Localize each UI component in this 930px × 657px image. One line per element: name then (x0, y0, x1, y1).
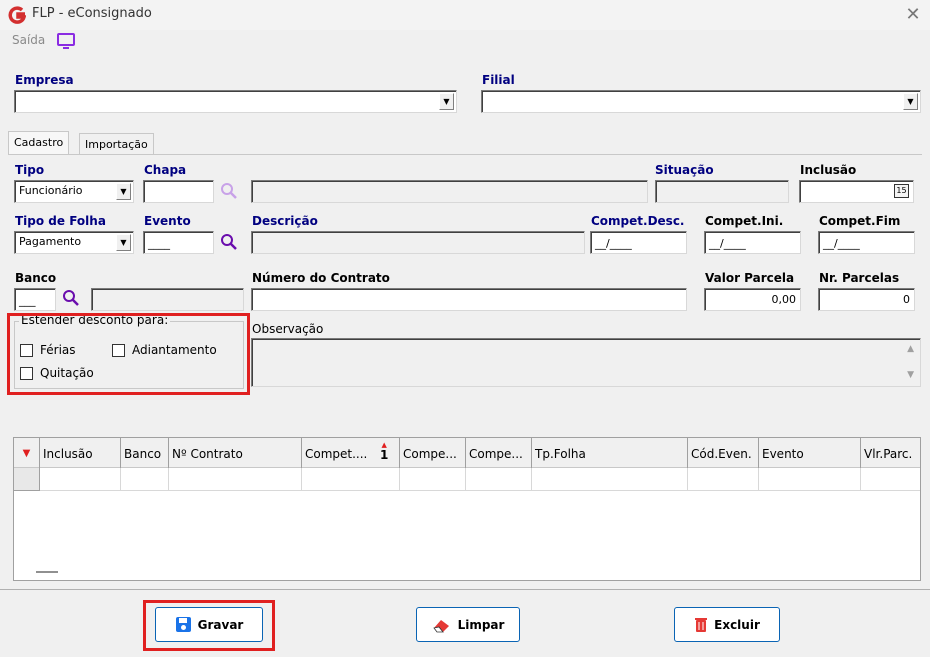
nr-parcelas-input[interactable]: 0 (818, 288, 915, 311)
chapa-nome-field (251, 180, 648, 203)
compet-desc-label: Compet.Desc. (591, 214, 685, 228)
descricao-field (251, 231, 585, 254)
compet-ini-mask: __/____ (709, 237, 746, 250)
trash-icon (695, 618, 708, 632)
col-header-compet-text: Compet.... (305, 447, 368, 461)
eraser-icon (432, 619, 449, 632)
monitor-icon[interactable] (56, 32, 76, 50)
filial-select[interactable]: ▼ (481, 90, 921, 113)
valor-parcela-value: 0,00 (771, 293, 797, 306)
compet-ini-label: Compet.Ini. (705, 214, 784, 228)
compet-fim-mask: __/____ (823, 237, 860, 250)
chevron-down-icon[interactable]: ▼ (903, 93, 918, 110)
banco-mask: ___ (19, 294, 36, 307)
nr-parcelas-value: 0 (903, 293, 910, 306)
numero-contrato-label: Número do Contrato (252, 271, 390, 285)
banco-nome-field (91, 288, 244, 311)
col-header-compe-1[interactable]: Compe... (400, 438, 466, 468)
scroll-up-icon[interactable]: ▲ (907, 344, 914, 354)
table-cell[interactable] (532, 468, 688, 491)
tipo-folha-select[interactable]: Pagamento ▼ (14, 231, 134, 254)
empresa-label: Empresa (15, 73, 74, 87)
valor-parcela-input[interactable]: 0,00 (704, 288, 801, 311)
col-header-evento[interactable]: Evento (759, 438, 861, 468)
compet-ini-input[interactable]: __/____ (704, 231, 801, 254)
search-icon[interactable] (220, 233, 238, 251)
table-cell[interactable] (40, 468, 121, 491)
tab-divider (8, 154, 922, 155)
table-cell[interactable] (302, 468, 400, 491)
table-cell[interactable] (688, 468, 759, 491)
col-header-cod-evento[interactable]: Cód.Even. (688, 438, 759, 468)
search-icon[interactable] (220, 182, 238, 200)
limpar-button[interactable]: Limpar (416, 607, 520, 642)
menu-saida[interactable]: Saída (12, 33, 45, 47)
evento-input[interactable]: ____ (143, 231, 214, 254)
tipo-folha-label: Tipo de Folha (15, 214, 106, 228)
tipo-select[interactable]: Funcionário ▼ (14, 180, 134, 203)
banco-label: Banco (15, 271, 57, 285)
col-header-compet[interactable]: Compet.... ▲ 1 (302, 438, 400, 468)
table-cell[interactable] (400, 468, 466, 491)
close-button[interactable]: ✕ (900, 2, 926, 28)
table-cell[interactable] (169, 468, 302, 491)
compet-desc-mask: __/____ (595, 237, 632, 250)
inclusao-label: Inclusão (800, 163, 857, 177)
numero-contrato-input[interactable] (251, 288, 687, 311)
compet-fim-input[interactable]: __/____ (818, 231, 915, 254)
highlight-box-gravar (143, 600, 275, 651)
inclusao-date-input[interactable]: 15 (799, 180, 914, 203)
situacao-field (655, 180, 789, 203)
chapa-label: Chapa (144, 163, 187, 177)
chevron-down-icon[interactable]: ▼ (439, 93, 454, 110)
search-icon[interactable] (62, 289, 80, 307)
descricao-label: Descrição (252, 214, 318, 228)
calendar-icon[interactable]: 15 (894, 184, 909, 198)
evento-mask: ____ (148, 237, 170, 250)
banco-input[interactable]: ___ (14, 288, 56, 311)
chapa-input[interactable] (143, 180, 214, 203)
valor-parcela-label: Valor Parcela (705, 271, 795, 285)
tab-importacao[interactable]: Importação (79, 133, 154, 155)
table-cell[interactable] (466, 468, 532, 491)
evento-label: Evento (144, 214, 191, 228)
empresa-select[interactable]: ▼ (14, 90, 457, 113)
nr-parcelas-label: Nr. Parcelas (819, 271, 900, 285)
observacao-label: Observação (252, 322, 324, 336)
window-title: FLP - eConsignado (32, 6, 152, 21)
situacao-label: Situação (655, 163, 714, 177)
col-header-inclusao[interactable]: Inclusão (40, 438, 121, 468)
excluir-label: Excluir (714, 617, 760, 632)
highlight-box-group (7, 313, 250, 395)
grid-menu-icon[interactable]: ▼ (14, 438, 40, 468)
excluir-button[interactable]: Excluir (674, 607, 780, 642)
compet-desc-input[interactable]: __/____ (590, 231, 687, 254)
chevron-down-icon[interactable]: ▼ (116, 183, 131, 200)
col-header-contrato[interactable]: Nº Contrato (169, 438, 302, 468)
compet-fim-label: Compet.Fim (819, 214, 901, 228)
limpar-label: Limpar (457, 617, 505, 632)
row-indicator[interactable] (14, 468, 40, 491)
app-logo-icon (8, 6, 26, 24)
sort-indicator-icon: ▲ 1 (380, 441, 389, 463)
grid-footer-line (36, 571, 58, 573)
tipo-label: Tipo (15, 163, 45, 177)
filial-label: Filial (482, 73, 515, 87)
col-header-banco[interactable]: Banco (121, 438, 169, 468)
observacao-memo: ▲ ▼ (251, 338, 921, 387)
scroll-down-icon[interactable]: ▼ (907, 370, 914, 380)
tab-cadastro[interactable]: Cadastro (8, 131, 70, 155)
col-header-tp-folha[interactable]: Tp.Folha (532, 438, 688, 468)
col-header-compe-2[interactable]: Compe... (466, 438, 532, 468)
col-header-vlr-parc[interactable]: Vlr.Parc. (861, 438, 920, 468)
table-cell[interactable] (759, 468, 861, 491)
table-cell[interactable] (121, 468, 169, 491)
chevron-down-icon[interactable]: ▼ (116, 234, 131, 251)
